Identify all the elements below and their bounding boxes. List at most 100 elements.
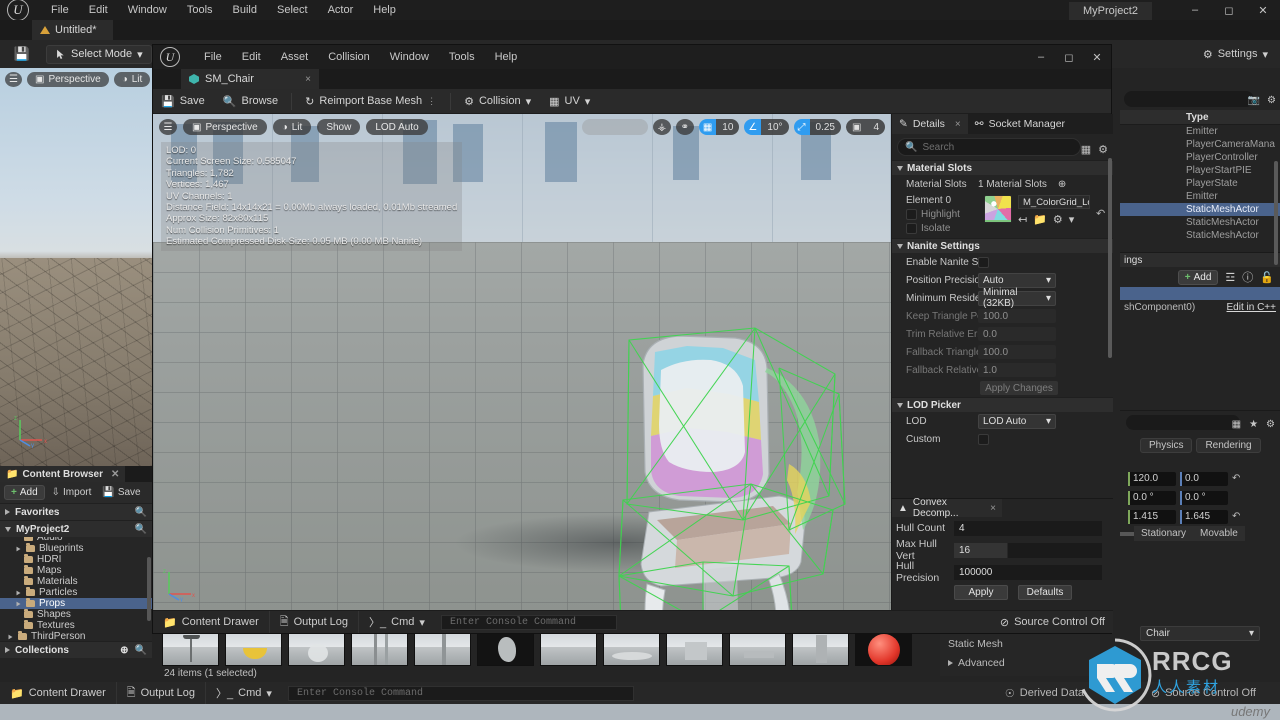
hull-count-field[interactable]: 4 [954,520,1102,536]
outliner-search-input[interactable] [1124,91,1254,107]
grid-icon[interactable]: ▦ [1232,419,1241,430]
menu-item-tools[interactable]: Tools [177,2,223,18]
max-hull-verts-field[interactable]: 16 [954,542,1102,558]
close-icon[interactable]: × [990,503,996,514]
grid-icon[interactable]: ▦ [1081,143,1091,156]
asset-thumb-lamp[interactable] [162,630,219,666]
tree-item-materials[interactable]: Materials [0,576,152,587]
save-icon[interactable]: 💾 [10,46,34,62]
asset-selector-dropdown[interactable]: Chair ▾ [1140,626,1260,641]
angle-snap-control[interactable]: ∠ 10° [744,119,789,135]
material-name-field[interactable]: M_ColorGrid_Lo [1018,195,1090,209]
asset-thumb-column[interactable] [792,630,849,666]
menu-item-window[interactable]: Window [118,2,177,18]
maximize-icon[interactable]: ◻ [1055,45,1083,69]
asset-thumb-vase[interactable] [288,630,345,666]
viewport-lit-pill[interactable]: ◑ Lit [113,72,151,87]
close-icon[interactable]: ✕ [1083,45,1111,69]
search-icon[interactable]: 🔍 [135,507,147,518]
menu-item-edit[interactable]: Edit [232,49,271,65]
lock-icon[interactable]: 🔓 [1260,271,1274,284]
menu-item-edit[interactable]: Edit [79,2,118,18]
enable-nanite-checkbox[interactable] [978,256,989,268]
socket-snap-icon[interactable]: ⚭ [675,119,694,135]
chip-rendering[interactable]: Rendering [1196,437,1261,453]
apply-changes-button[interactable]: Apply Changes [980,381,1058,395]
static-mesh-row[interactable]: Static Mesh [940,634,1100,653]
minimum-residency-combo[interactable]: Minimal (32KB) ▾ [978,287,1056,309]
scale-z-field[interactable]: 1.645 [1180,509,1228,524]
settings-button[interactable]: ⚙ Settings ▾ [1203,48,1268,61]
help-icon[interactable]: ⓘ [1242,269,1253,285]
menu-item-tools[interactable]: Tools [439,49,485,65]
tree-scrollbar[interactable] [147,557,151,621]
gear-icon[interactable]: ⚙ [1266,419,1275,430]
tree-item-particles[interactable]: Particles [0,587,152,598]
position-precision-combo[interactable]: Auto ▾ [978,272,1056,288]
minimize-icon[interactable]: – [1027,45,1055,69]
content-drawer-button[interactable]: 📁 Content Drawer [0,682,117,704]
tree-item-maps[interactable]: Maps [0,565,152,576]
outliner-row[interactable]: PlayerStartPIE [1120,164,1280,177]
tab-socket-manager[interactable]: ⚯ Socket Manager [968,114,1072,134]
scale-y-field[interactable]: 1.415 [1128,509,1176,524]
menu-item-help[interactable]: Help [485,49,528,65]
reset-icon[interactable]: ↶ [1232,511,1240,522]
uv-menu-button[interactable]: ▦ UV ▾ [541,89,598,114]
tab-details[interactable]: ✎ Details × [892,114,968,134]
use-selected-icon[interactable]: ↤ [1018,213,1027,226]
tab-untitled[interactable]: Untitled* [32,20,113,40]
collision-menu-button[interactable]: ⚙ Collision ▾ [456,89,539,114]
menu-item-collision[interactable]: Collision [318,49,380,65]
section-collections[interactable]: Collections ⊕ 🔍 [0,641,152,658]
browse-button[interactable]: 🔍 Browse [215,89,286,114]
close-icon[interactable]: ✕ [111,469,119,480]
details-search-input[interactable] [1126,415,1240,430]
section-material-slots[interactable]: Material Slots [892,160,1113,175]
location-z-field[interactable]: 0.0 [1180,471,1228,486]
add-collection-icon[interactable]: ⊕ [120,645,128,656]
outliner-row[interactable]: StaticMeshActor [1120,229,1280,242]
asset-thumb-plane[interactable] [540,630,597,666]
search-icon[interactable]: 🔍 [135,645,147,656]
menu-item-select[interactable]: Select [267,2,318,18]
advanced-row[interactable]: Advanced [940,653,1100,672]
console-command-input[interactable]: Enter Console Command [440,614,617,630]
maximize-icon[interactable]: ◻ [1212,0,1246,20]
add-slot-icon[interactable]: ⊕ [1058,179,1066,190]
camera-speed-control[interactable]: ▣ 4 [845,119,885,135]
defaults-button[interactable]: Defaults [1018,585,1072,600]
overflow-icon[interactable]: ⋮ [427,96,437,107]
rotation-y-field[interactable]: 0.0 ° [1128,490,1176,505]
star-icon[interactable]: ★ [1249,419,1258,430]
outliner-row[interactable]: StaticMeshActor [1120,216,1280,229]
chair-mesh[interactable] [583,324,883,612]
hull-precision-field[interactable]: 100000 [954,564,1102,580]
viewport-lit-pill[interactable]: ◑ Lit [272,119,312,135]
tree-item-props[interactable]: Props [0,598,152,609]
tab-convex-decomposition[interactable]: ▲ Convex Decomp... × [892,497,1002,519]
mobility-static[interactable] [1120,531,1134,536]
level-viewport[interactable]: ☰ ▣ Perspective ◑ Lit z x y [0,68,152,466]
mobility-movable[interactable]: Movable [1193,526,1245,541]
derived-data-button[interactable]: ☉ Derived Data [1005,687,1084,700]
material-preview-thumbnail[interactable] [984,195,1012,223]
hamburger-icon[interactable]: ☰ [5,72,22,87]
console-command-input[interactable]: Enter Console Command [287,685,634,701]
scale-snap-control[interactable]: ⤢ 0.25 [793,119,841,135]
section-myproject2[interactable]: MyProject2 🔍 [0,520,152,537]
add-component-button[interactable]: + Add [1177,269,1219,285]
menu-item-file[interactable]: File [41,2,79,18]
menu-item-help[interactable]: Help [363,2,406,18]
viewport-perspective-pill[interactable]: ▣ Perspective [27,72,109,87]
browse-to-asset-icon[interactable]: 📁 [1033,213,1047,226]
material-options-icon[interactable]: ⚙ [1053,213,1063,226]
viewport-lod-pill[interactable]: LOD Auto [366,119,428,135]
close-icon[interactable]: × [305,74,311,85]
cmd-button[interactable]: 〉_ Cmd ▾ [359,611,435,633]
close-icon[interactable]: × [955,119,961,130]
camera-icon[interactable]: 📷 [1248,95,1260,106]
custom-checkbox[interactable] [978,433,989,445]
menu-item-asset[interactable]: Asset [271,49,319,65]
details-scrollbar[interactable] [1108,158,1112,358]
